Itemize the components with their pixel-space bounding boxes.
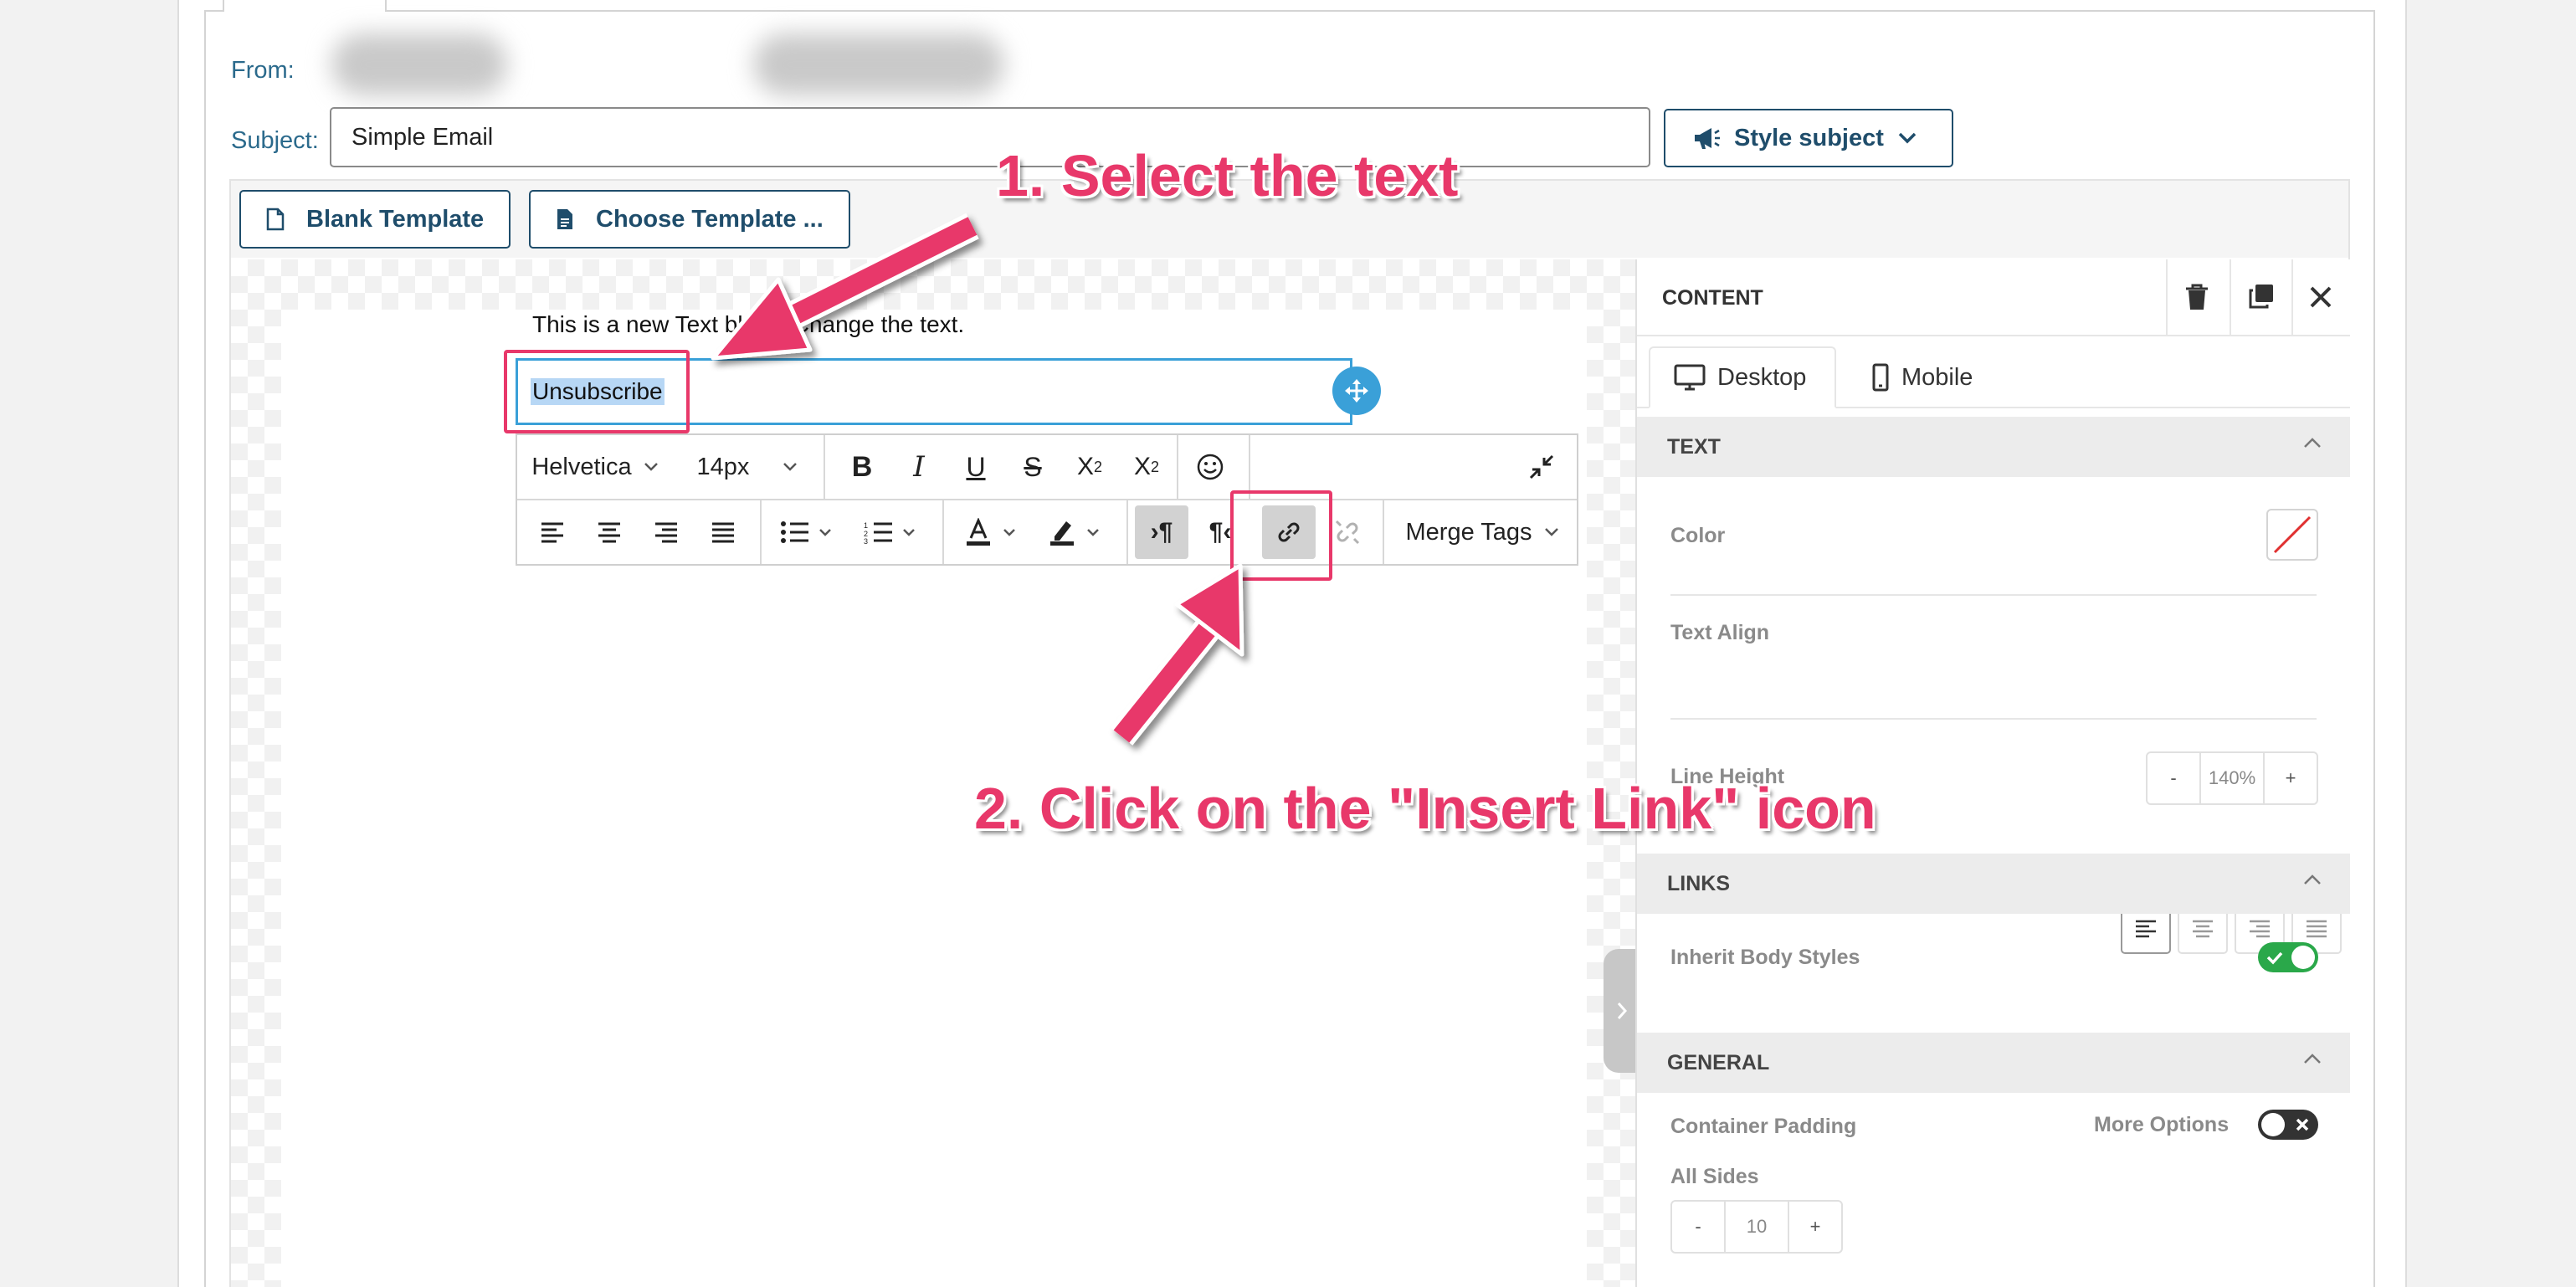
step1-annotation: 1. Select the text xyxy=(996,143,1459,208)
arrow-to-link-icon xyxy=(1110,563,1244,746)
arrow-to-text xyxy=(711,213,979,361)
step2-annotation: 2. Click on the "Insert Link" icon xyxy=(974,776,1876,841)
